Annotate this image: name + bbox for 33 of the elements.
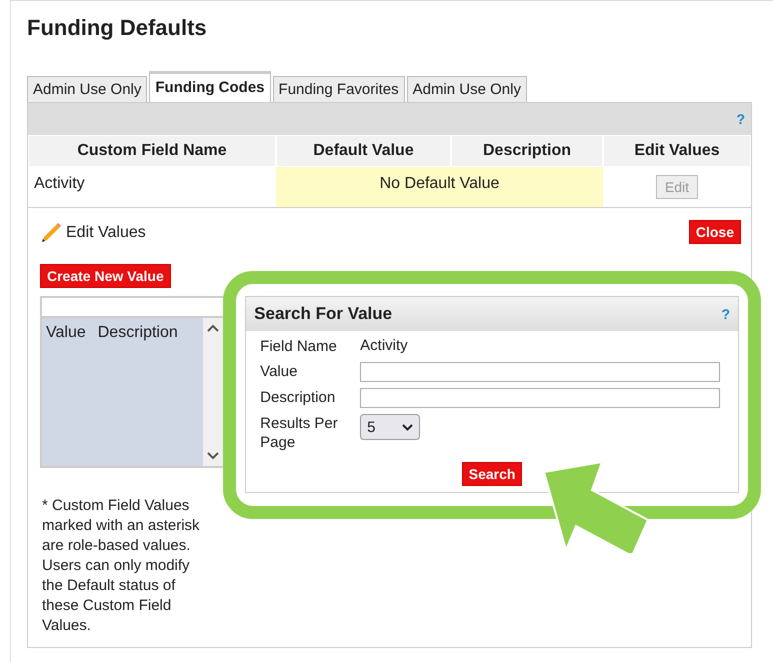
field-value: Activity: [360, 337, 409, 354]
section-title: Edit Values: [66, 224, 146, 242]
input-field[interactable]: [360, 362, 720, 382]
create-button[interactable]: Create New Value: [40, 264, 171, 288]
list-header: Description: [98, 324, 178, 342]
tab[interactable]: Admin Use Only: [406, 76, 527, 102]
field-label: Field Name: [260, 337, 338, 356]
table-cell-text: Activity: [33, 174, 86, 194]
input-field[interactable]: [360, 388, 720, 408]
down-chevron-icon[interactable]: [207, 452, 220, 460]
page-title: Funding Defaults: [27, 15, 207, 41]
panel-title: Search For Value: [254, 304, 392, 324]
value-list[interactable]: Value Description: [40, 296, 226, 468]
column-header: Default Value: [276, 135, 451, 167]
tab[interactable]: Funding Favorites: [272, 76, 405, 102]
field-label: Description: [260, 388, 336, 407]
field-label: Value: [260, 362, 298, 381]
up-chevron-icon[interactable]: [207, 324, 220, 332]
column-header: Custom Field Name: [28, 135, 276, 167]
pencil-icon: [40, 222, 62, 244]
note-text: * Custom Field Values marked with an asterisk are role-based values. Users can only modify the Default status of these Custom Field Values.: [42, 496, 201, 636]
tab[interactable]: Funding Codes: [149, 71, 271, 102]
table-cell: No Default Value: [276, 167, 603, 207]
list-header: Value: [46, 324, 86, 342]
column-header: Description: [451, 135, 603, 167]
scrollbar[interactable]: [203, 318, 224, 466]
column-header: Edit Values: [603, 135, 751, 167]
chevron-down-icon: [402, 424, 414, 430]
search-button[interactable]: Search: [462, 462, 522, 486]
field-label: Results Per Page: [260, 414, 339, 452]
tab[interactable]: Admin Use Only: [27, 76, 148, 102]
results-dropdown[interactable]: 5: [360, 414, 420, 440]
close-button[interactable]: Close: [688, 220, 741, 244]
